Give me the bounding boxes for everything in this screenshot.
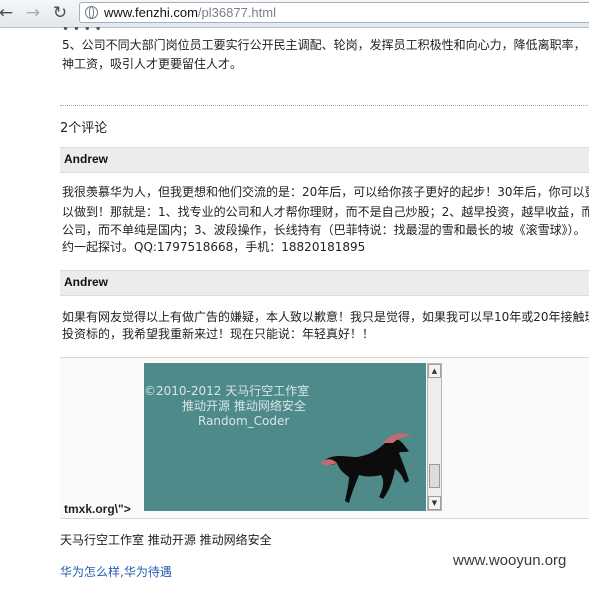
- comment-line: 以做到！那就是：1、找专业的公司和人才帮你理财，而不是自己炒股；2、越早投资，越…: [62, 205, 589, 219]
- comment-author-bar: Andrew: [60, 270, 589, 296]
- article-line: 神工资，吸引人才更要留住人才。: [62, 57, 243, 71]
- comment-line: 约一起探讨。QQ:1797518668，手机：18820181895: [62, 240, 366, 254]
- banner-copyright: ©2010-2012 天马行空工作室: [144, 384, 310, 398]
- watermark: www.wooyun.org: [453, 552, 567, 569]
- banner-author: Random_Coder: [198, 414, 290, 428]
- globe-icon: [85, 6, 98, 19]
- article-line: 5、公司不同大部门岗位员工要实行公开民主调配、轮岗，发挥员工积极性和向心力，降低…: [62, 38, 586, 52]
- reload-button[interactable]: ↻: [50, 2, 70, 24]
- related-link[interactable]: 华为怎么样: [60, 565, 120, 579]
- comment-line: 投资标的，我希望我重新来过！现在只能说：年轻真好！！: [62, 327, 375, 341]
- comment-line: 如果有网友觉得以上有做广告的嫌疑，本人致以歉意！我只是觉得，如果我可以早10年或…: [62, 310, 589, 324]
- comment-line: 我很羡慕华为人，但我更想和他们交流的是：20年后，可以给你孩子更好的起步！30年…: [62, 185, 589, 199]
- embed-caption: 天马行空工作室 推动开源 推动网络安全: [60, 533, 272, 547]
- back-arrow-icon: ←: [0, 3, 14, 23]
- comment-author-bar: Andrew: [60, 147, 589, 173]
- scroll-down-button[interactable]: ▼: [428, 496, 441, 510]
- divider: [60, 105, 589, 106]
- url-text[interactable]: www.fenzhi.com/pl36877.html: [104, 5, 276, 20]
- scroll-thumb[interactable]: [429, 464, 440, 488]
- related-links: 华为怎么样,华为待遇: [60, 564, 172, 580]
- reload-icon: ↻: [52, 3, 68, 23]
- clipped-article-line: • • • •: [62, 27, 102, 36]
- embed-scrollbar[interactable]: ▲ ▼: [427, 363, 442, 511]
- comments-title: 2个评论: [60, 121, 108, 136]
- horse-icon: [321, 433, 411, 503]
- comment-line: 公司，而不单纯是国内；3、波段操作，长线持有（巴菲特说：找最湿的雪和最长的坡《滚…: [62, 223, 586, 237]
- flash-banner[interactable]: ©2010-2012 天马行空工作室 推动开源 推动网络安全 Random_Co…: [144, 363, 426, 511]
- triangle-down-icon: ▼: [431, 499, 438, 507]
- comment-author: Andrew: [64, 275, 109, 289]
- scroll-up-button[interactable]: ▲: [428, 364, 441, 378]
- page-content: • • • • 5、公司不同大部门岗位员工要实行公开民主调配、轮岗，发挥员工积极…: [0, 27, 589, 601]
- banner-slogan: 推动开源 推动网络安全: [182, 399, 306, 413]
- triangle-up-icon: ▲: [431, 367, 438, 375]
- back-button[interactable]: ←: [0, 2, 16, 24]
- forward-button[interactable]: →: [23, 2, 43, 24]
- browser-toolbar: ← → ↻ www.fenzhi.com/pl36877.html: [0, 0, 589, 28]
- address-bar[interactable]: www.fenzhi.com/pl36877.html: [79, 2, 589, 23]
- related-link[interactable]: 华为待遇: [124, 565, 172, 579]
- comment-author: Andrew: [64, 152, 109, 166]
- injected-text: tmxk.org\">: [64, 502, 131, 516]
- forward-arrow-icon: →: [25, 3, 41, 23]
